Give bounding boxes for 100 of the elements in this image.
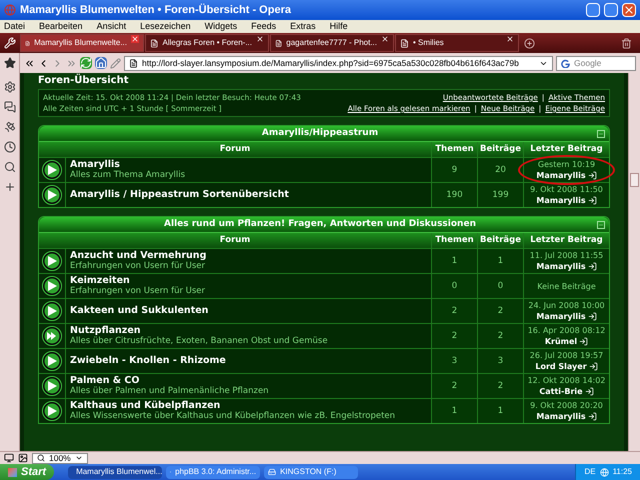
taskbar-button[interactable]: KINGSTON (F:) — [264, 466, 358, 478]
zoom-field[interactable]: 100% — [32, 452, 88, 464]
zoom-value: 100% — [49, 452, 71, 464]
close-tab-icon[interactable] — [256, 35, 264, 43]
home-icon[interactable] — [95, 57, 107, 69]
task-label: Mamaryllis Blumenwel... — [76, 466, 162, 478]
last-post-date: 9. Okt 2008 20:20 — [530, 400, 603, 411]
last-post-author[interactable]: Krümel — [544, 336, 578, 347]
clock-icon[interactable] — [4, 141, 16, 153]
search-field[interactable]: Google — [556, 56, 636, 70]
scroll-thumb[interactable] — [630, 173, 639, 187]
collapse-icon[interactable] — [597, 220, 605, 228]
maximize-button[interactable] — [604, 3, 618, 17]
dropdown-icon[interactable] — [74, 454, 83, 462]
post-count: 1 — [477, 399, 523, 423]
last-post-author[interactable]: Lord Slayer — [535, 361, 587, 372]
go-to-post-icon[interactable] — [584, 387, 594, 396]
forum-name[interactable]: Amaryllis — [70, 160, 431, 170]
last-post-author[interactable]: Catti-Brie — [539, 386, 583, 397]
last-post-author[interactable]: Mamaryllis — [536, 170, 586, 181]
new-tab-icon[interactable] — [524, 38, 535, 48]
last-post-date: Gestern 10:19 — [538, 159, 596, 170]
last-post-author[interactable]: Mamaryllis — [536, 311, 586, 322]
browser-tab[interactable]: Allegras Foren • Foren-... — [145, 34, 269, 52]
close-icon[interactable] — [622, 3, 636, 17]
scrollbar[interactable] — [628, 73, 640, 451]
browser-tab[interactable]: • Smilies — [395, 34, 519, 52]
collapse-icon[interactable] — [597, 130, 605, 138]
double-arrow-icon — [42, 326, 62, 346]
last-post-author[interactable]: Mamaryllis — [536, 261, 586, 272]
go-to-post-icon[interactable] — [588, 412, 597, 421]
go-to-post-icon[interactable] — [588, 312, 597, 321]
taskbar-button[interactable]: Mamaryllis Blumenwel... — [68, 466, 162, 478]
menu-item[interactable]: Extras — [290, 20, 316, 34]
forum-description: Alles zum Thema Amaryllis — [70, 170, 186, 180]
forum-name[interactable]: Nutzpflanzen — [70, 326, 431, 336]
task-label: KINGSTON (F:) — [280, 466, 336, 478]
menu-item[interactable]: Lesezeichen — [140, 20, 191, 34]
satellite-icon[interactable] — [4, 121, 16, 133]
last-post-date: 11. Jul 2008 11:55 — [530, 250, 604, 261]
arrow-icon — [42, 276, 62, 296]
panel-toggle-icon[interactable] — [4, 453, 14, 463]
close-tab-icon[interactable] — [506, 35, 514, 43]
arrow-icon — [42, 160, 62, 180]
minimize-button[interactable] — [586, 3, 600, 17]
last-post-author[interactable]: Mamaryllis — [536, 195, 586, 206]
menu-item[interactable]: Bearbeiten — [39, 20, 83, 34]
post-count: 2 — [477, 299, 523, 323]
search-input[interactable]: Google — [574, 56, 624, 70]
go-to-post-icon[interactable] — [588, 196, 597, 205]
forum-name[interactable]: Anzucht und Vermehrung — [70, 251, 431, 261]
rewind-icon[interactable] — [24, 58, 35, 68]
browser-tab[interactable]: gagartenfee7777 - Phot... — [270, 34, 394, 52]
go-to-post-icon[interactable] — [588, 362, 598, 371]
chat-icon[interactable] — [4, 101, 16, 113]
menu-item[interactable]: Feeds — [251, 20, 276, 34]
search-icon[interactable] — [4, 161, 16, 173]
go-to-post-icon[interactable] — [579, 337, 588, 346]
post-count: 1 — [477, 249, 523, 273]
address-field[interactable]: http://lord-slayer.lansymposium.de/Mamaryllis/index.php?sid=6975ca5a530c028fb04b616f643ac79b — [124, 56, 553, 70]
tab-label: gagartenfee7777 - Phot... — [286, 37, 377, 49]
close-tab-icon[interactable] — [381, 35, 389, 43]
forum-description: Erfahrungen von Usern für User — [70, 261, 206, 271]
plus-icon[interactable] — [4, 181, 16, 193]
taskbar-button[interactable]: phpBB 3.0: Administr... — [166, 466, 260, 478]
last-post-author[interactable]: Mamaryllis — [536, 411, 586, 422]
last-post-date: 9. Okt 2008 11:50 — [530, 184, 603, 195]
forum-name[interactable]: Palmen & CO — [70, 376, 431, 386]
menu-item[interactable]: Ansicht — [96, 20, 126, 34]
url-text: http://lord-slayer.lansymposium.de/Mamaryllis/index.php?sid=6975ca5a530c028fb04b616f643ac79b — [142, 56, 520, 70]
post-count: 2 — [477, 324, 523, 348]
bookmark-star-icon[interactable] — [4, 57, 16, 69]
edit-icon[interactable] — [110, 58, 121, 68]
topic-count: 0 — [431, 274, 477, 298]
network-icon[interactable] — [600, 468, 609, 476]
go-to-post-icon[interactable] — [588, 262, 597, 271]
arrow-icon — [42, 251, 62, 271]
fast-forward-icon[interactable] — [66, 58, 77, 68]
forum-name[interactable]: Keimzeiten — [70, 276, 431, 286]
go-to-post-icon[interactable] — [588, 171, 597, 180]
menu-item[interactable]: Datei — [4, 20, 26, 34]
forum-description: Alles über Palmen und Palmenänliche Pflanzen — [70, 386, 270, 396]
browser-tab[interactable]: Mamaryllis Blumenwelte... — [20, 34, 144, 52]
page-icon — [25, 38, 30, 48]
trash-icon[interactable] — [621, 38, 632, 48]
last-post-date: 16. Apr 2008 08:12 — [528, 325, 606, 336]
wrench-icon[interactable] — [4, 37, 16, 49]
settings-icon[interactable] — [4, 81, 16, 93]
forum-name[interactable]: Kalthaus und Kübelpflanzen — [70, 401, 431, 411]
topic-count: 190 — [431, 183, 477, 207]
page-heading: Foren-Übersicht — [38, 73, 130, 87]
browser-logo-icon — [4, 4, 16, 16]
reload-icon[interactable] — [80, 57, 92, 69]
post-count: 2 — [477, 374, 523, 398]
images-icon[interactable] — [18, 453, 28, 463]
menu-item[interactable]: Widgets — [204, 20, 238, 34]
topic-count: 2 — [431, 299, 477, 323]
menu-item[interactable]: Hilfe — [330, 20, 348, 34]
topic-count: 9 — [431, 158, 477, 182]
clock: 11:25 — [612, 466, 632, 478]
